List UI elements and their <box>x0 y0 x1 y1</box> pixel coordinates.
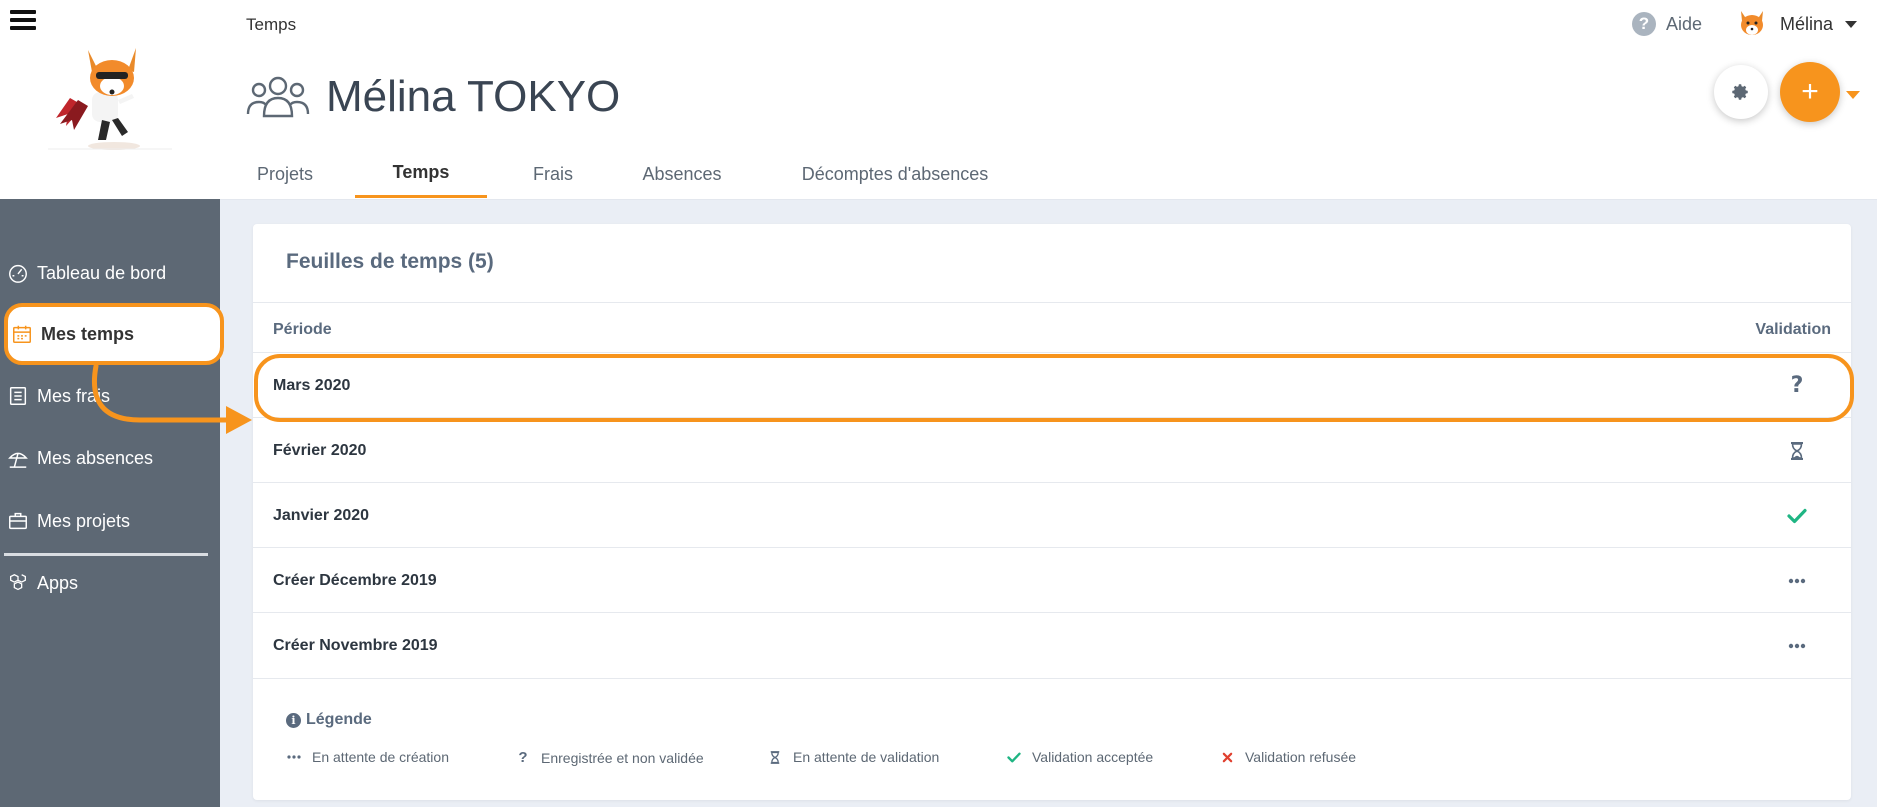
question-icon: ? <box>1790 373 1804 398</box>
sidebar-item-apps[interactable]: Apps <box>0 561 220 605</box>
legend-item-acceptee: Validation acceptée <box>1006 749 1153 765</box>
sidebar-item-label: Tableau de bord <box>37 262 167 283</box>
table-row-creer-decembre-2019[interactable]: Créer Décembre 2019 <box>253 547 1851 613</box>
hourglass-icon <box>1783 418 1811 483</box>
hourglass-icon <box>767 750 783 764</box>
breadcrumb[interactable]: Temps <box>246 15 296 35</box>
row-period: Créer Décembre 2019 <box>273 571 437 589</box>
column-header-periode: Période <box>273 321 332 338</box>
legend-label: Validation refusée <box>1245 749 1357 765</box>
legend-label: Enregistrée et non validée <box>541 749 704 766</box>
page-title: Mélina TOKYO <box>326 72 621 121</box>
tab-decomptes-absences[interactable]: Décomptes d'absences <box>785 150 1005 198</box>
sidebar-item-label: Mes absences <box>37 447 154 468</box>
sidebar-item-mes-frais[interactable]: Mes frais <box>0 374 220 418</box>
cross-icon <box>1219 752 1235 763</box>
help-icon: ? <box>1632 12 1656 36</box>
help-label: Aide <box>1666 13 1703 34</box>
tab-absences[interactable]: Absences <box>624 150 740 198</box>
tab-temps[interactable]: Temps <box>355 150 487 198</box>
chevron-down-icon <box>1845 20 1858 28</box>
page-title-row: Mélina TOKYO <box>246 72 620 122</box>
row-period: Créer Novembre 2019 <box>273 636 438 654</box>
sidebar-item-label: Mes frais <box>37 385 111 406</box>
divider <box>253 302 1851 303</box>
sidebar-logo-area <box>0 0 220 199</box>
table-row-creer-novembre-2019[interactable]: Créer Novembre 2019 <box>253 612 1851 679</box>
users-group-icon <box>246 76 310 118</box>
sidebar-item-mes-temps[interactable]: Mes temps <box>4 303 224 365</box>
check-icon <box>1006 752 1022 763</box>
table-row-mars-2020[interactable]: Mars 2020 ? <box>253 352 1851 418</box>
beach-umbrella-icon <box>6 446 30 470</box>
sidebar-item-label: Mes temps <box>41 323 135 344</box>
legend-item-attente-validation: En attente de validation <box>767 749 939 765</box>
tab-frais[interactable]: Frais <box>517 150 589 198</box>
sidebar-item-mes-absences[interactable]: Mes absences <box>0 436 220 480</box>
ellipsis-icon <box>1783 613 1811 678</box>
row-period: Février 2020 <box>273 441 367 459</box>
sidebar-item-tableau-de-bord[interactable]: Tableau de bord <box>0 251 220 295</box>
ellipsis-icon <box>286 755 302 759</box>
sidebar-item-label: Apps <box>37 572 79 593</box>
row-period: Janvier 2020 <box>273 506 370 524</box>
fox-avatar <box>1741 11 1763 35</box>
legend-title-label: Légende <box>306 711 372 728</box>
sidebar-divider <box>4 553 208 556</box>
legend-title: i Légende <box>286 711 372 729</box>
timesheets-card: Feuilles de temps (5) Période Validation… <box>253 224 1851 800</box>
legend-item-enregistree: ? Enregistrée et non validée <box>515 749 704 766</box>
legend-item-creation: En attente de création <box>286 749 449 765</box>
help-link[interactable]: ? Aide <box>1632 12 1702 36</box>
table-row-fevrier-2020[interactable]: Février 2020 <box>253 417 1851 483</box>
sidebar: Tableau de bord Mes temps Mes frais Mes … <box>0 0 224 807</box>
user-name: Mélina <box>1780 13 1834 34</box>
legend-label: En attente de validation <box>793 749 940 765</box>
table-row-janvier-2020[interactable]: Janvier 2020 <box>253 482 1851 548</box>
sidebar-item-label: Mes projets <box>37 510 131 531</box>
hamburger-menu-icon[interactable] <box>10 10 36 34</box>
question-icon: ? <box>518 749 528 766</box>
cubes-icon <box>6 571 30 595</box>
user-menu[interactable]: Mélina <box>1736 8 1858 40</box>
row-period: Mars 2020 <box>273 376 351 394</box>
column-header-validation: Validation <box>1755 321 1831 338</box>
briefcase-icon <box>6 509 30 533</box>
top-header: Temps ? Aide Mélina Mélina TOKYO + Proje… <box>220 0 1877 200</box>
calendar-icon <box>10 322 34 346</box>
legend-item-refusee: Validation refusée <box>1219 749 1356 765</box>
add-menu-chevron-icon[interactable] <box>1846 91 1860 99</box>
speedometer-icon <box>6 261 30 285</box>
fox-mascot-logo <box>48 48 172 150</box>
sidebar-item-mes-projets[interactable]: Mes projets <box>0 499 220 543</box>
gear-icon <box>1732 84 1748 100</box>
check-icon <box>1783 483 1811 548</box>
legend-label: En attente de création <box>312 749 449 765</box>
legend-label: Validation acceptée <box>1032 749 1154 765</box>
add-button[interactable]: + <box>1780 62 1840 122</box>
tab-projets[interactable]: Projets <box>245 150 325 198</box>
info-icon: i <box>286 712 301 728</box>
card-title: Feuilles de temps (5) <box>286 250 494 273</box>
ellipsis-icon <box>1783 548 1811 613</box>
settings-button[interactable] <box>1714 65 1768 119</box>
receipt-icon <box>6 384 30 408</box>
